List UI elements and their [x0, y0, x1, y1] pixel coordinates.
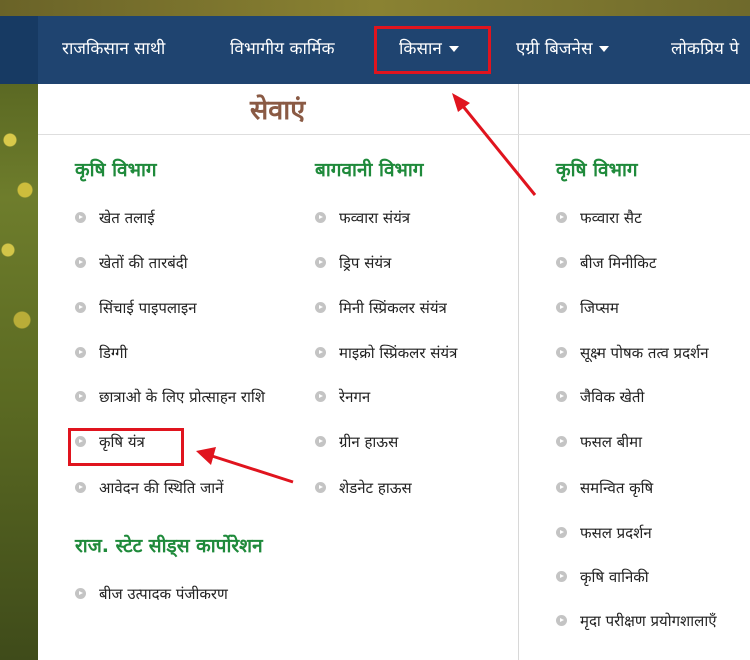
menu-link-sukshm-poshak[interactable]: सूक्ष्म पोषक तत्व प्रदर्शन	[556, 342, 709, 364]
menu-link-samanvit-krishi[interactable]: समन्वित कृषि	[556, 477, 653, 499]
menu-link-mini-sprinkler[interactable]: मिनी स्प्रिंकलर संयंत्र	[315, 297, 447, 319]
bullet-arrow-icon	[75, 588, 86, 599]
navbar-left-edge	[0, 16, 38, 84]
bullet-arrow-icon	[315, 391, 326, 402]
nav-label: एग्री बिजनेस	[516, 39, 593, 59]
menu-link-diggi[interactable]: डिग्गी	[75, 342, 127, 364]
menu-link-shadenet-house[interactable]: शेडनेट हाऊस	[315, 477, 412, 499]
menu-link-label: खेत तलाई	[99, 209, 155, 227]
header-strip	[0, 0, 750, 16]
caret-down-icon	[599, 46, 610, 52]
bullet-arrow-icon	[556, 571, 567, 582]
highlight-box-kisan	[374, 26, 491, 74]
nav-item-vibhagiya-karmik[interactable]: विभागीय कार्मिक	[230, 16, 335, 84]
menu-link-mrida-parikshan[interactable]: मृदा परीक्षण प्रयोगशालाएँ	[556, 610, 717, 632]
menu-link-beej-utpadak[interactable]: बीज उत्पादक पंजीकरण	[75, 583, 228, 605]
menu-link-gypsum[interactable]: जिप्सम	[556, 297, 619, 319]
menu-link-jaivik-kheti[interactable]: जैविक खेती	[556, 386, 644, 408]
bullet-arrow-icon	[75, 257, 86, 268]
menu-link-krishi-vaniki[interactable]: कृषि वानिकी	[556, 566, 649, 588]
menu-link-label: सिंचाई पाइपलाइन	[99, 299, 197, 317]
menu-link-label: फव्वारा सैट	[580, 209, 642, 227]
nav-label: राजकिसान साथी	[62, 39, 166, 59]
menu-link-fasal-pradarshan[interactable]: फसल प्रदर्शन	[556, 522, 652, 544]
menu-link-label: सूक्ष्म पोषक तत्व प्रदर्शन	[580, 344, 709, 362]
menu-link-label: रेनगन	[339, 388, 371, 406]
bullet-arrow-icon	[315, 347, 326, 358]
menu-link-micro-sprinkler[interactable]: माइक्रो स्प्रिंकलर संयंत्र	[315, 342, 457, 364]
nav-label: लोकप्रिय पे	[671, 39, 739, 59]
bullet-arrow-icon	[556, 391, 567, 402]
bullet-arrow-icon	[556, 527, 567, 538]
bullet-arrow-icon	[75, 212, 86, 223]
menu-link-label: बीज उत्पादक पंजीकरण	[99, 585, 228, 603]
menu-link-khet-tarbandi[interactable]: खेतों की तारबंदी	[75, 252, 188, 274]
menu-link-label: माइक्रो स्प्रिंकलर संयंत्र	[339, 344, 458, 362]
bullet-arrow-icon	[556, 347, 567, 358]
col1-heading-seeds: राज. स्टेट सीड्स कार्पोरेशन	[75, 535, 263, 557]
menu-link-label: कृषि वानिकी	[580, 568, 649, 586]
bullet-arrow-icon	[556, 212, 567, 223]
menu-link-label: छात्राओ के लिए प्रोत्साहन राशि	[99, 388, 265, 406]
bullet-arrow-icon	[315, 302, 326, 313]
bullet-arrow-icon	[556, 615, 567, 626]
nav-item-agri-business[interactable]: एग्री बिजनेस	[516, 16, 610, 84]
menu-link-label: मिनी स्प्रिंकलर संयंत्र	[339, 299, 447, 317]
dropdown-menu-panel: सेवाएं कृषि विभाग खेत तलाई खेतों की तारब…	[38, 84, 750, 660]
menu-link-fasal-bima[interactable]: फसल बीमा	[556, 431, 642, 453]
col1-heading: कृषि विभाग	[75, 159, 157, 181]
menu-link-label: बीज मिनीकिट	[580, 254, 657, 272]
bullet-arrow-icon	[556, 482, 567, 493]
bullet-arrow-icon	[556, 257, 567, 268]
bullet-arrow-icon	[75, 302, 86, 313]
menu-link-label: मृदा परीक्षण प्रयोगशालाएँ	[580, 612, 717, 630]
menu-link-label: फसल प्रदर्शन	[580, 524, 652, 542]
menu-link-label: फसल बीमा	[580, 433, 642, 451]
bullet-arrow-icon	[75, 347, 86, 358]
menu-link-label: समन्वित कृषि	[580, 479, 654, 497]
bullet-arrow-icon	[315, 482, 326, 493]
menu-link-label: शेडनेट हाऊस	[339, 479, 412, 497]
menu-link-drip-sanyantra[interactable]: ड्रिप संयंत्र	[315, 252, 391, 274]
menu-link-fawwara-sanyantra[interactable]: फव्वारा संयंत्र	[315, 207, 410, 229]
highlight-box-krishi-yantra	[68, 428, 184, 466]
column-divider	[518, 84, 519, 660]
menu-link-green-house[interactable]: ग्रीन हाऊस	[315, 431, 398, 453]
menu-link-khet-talai[interactable]: खेत तलाई	[75, 207, 155, 229]
bullet-arrow-icon	[315, 436, 326, 447]
menu-link-label: ग्रीन हाऊस	[339, 433, 399, 451]
menu-link-label: फव्वारा संयंत्र	[339, 209, 411, 227]
nav-item-rajkisan-sathi[interactable]: राजकिसान साथी	[62, 16, 165, 84]
menu-link-beej-minikit[interactable]: बीज मिनीकिट	[556, 252, 656, 274]
bullet-arrow-icon	[315, 257, 326, 268]
nav-item-lokpriya[interactable]: लोकप्रिय पे	[671, 16, 739, 84]
bullet-arrow-icon	[75, 482, 86, 493]
menu-link-sinchai-pipeline[interactable]: सिंचाई पाइपलाइन	[75, 297, 197, 319]
title-divider	[38, 134, 750, 135]
bullet-arrow-icon	[556, 302, 567, 313]
bullet-arrow-icon	[556, 436, 567, 447]
bullet-arrow-icon	[75, 391, 86, 402]
menu-link-chhatra-protsahan[interactable]: छात्राओ के लिए प्रोत्साहन राशि	[75, 386, 265, 408]
bullet-arrow-icon	[315, 212, 326, 223]
menu-link-label: जिप्सम	[580, 299, 619, 317]
menu-link-raingun[interactable]: रेनगन	[315, 386, 370, 408]
menu-link-label: खेतों की तारबंदी	[99, 254, 188, 272]
dropdown-title: सेवाएं	[250, 95, 306, 126]
menu-link-label: आवेदन की स्थिति जानें	[99, 479, 224, 497]
col2-heading: बागवानी विभाग	[315, 159, 424, 181]
menu-link-fawwara-set[interactable]: फव्वारा सैट	[556, 207, 642, 229]
menu-link-label: जैविक खेती	[580, 388, 645, 406]
col3-heading: कृषि विभाग	[556, 159, 638, 181]
menu-link-label: ड्रिप संयंत्र	[339, 254, 392, 272]
nav-label: विभागीय कार्मिक	[230, 39, 335, 59]
menu-link-aavedan-sthiti[interactable]: आवेदन की स्थिति जानें	[75, 477, 223, 499]
menu-link-label: डिग्गी	[99, 344, 128, 362]
